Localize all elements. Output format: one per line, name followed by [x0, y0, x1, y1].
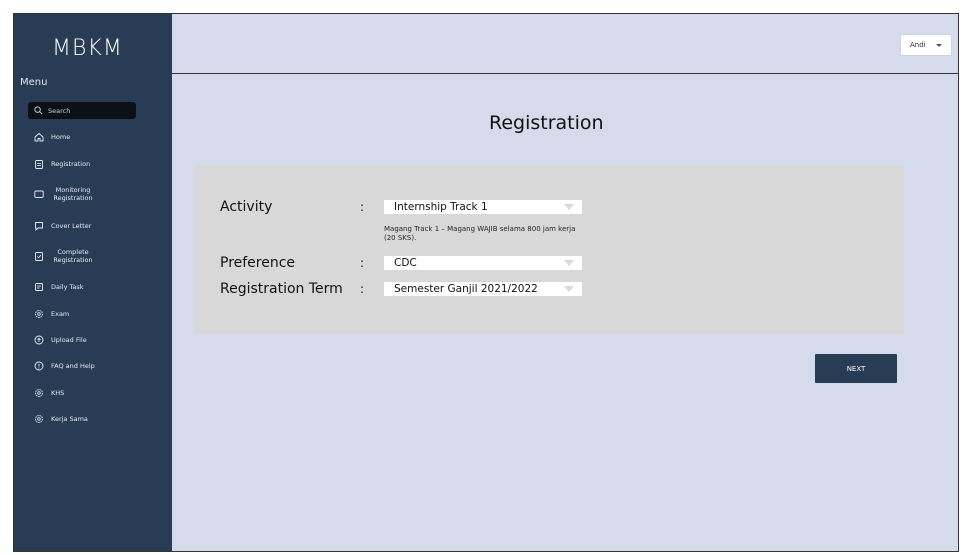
- sidebar-item-label: Kerja Sama: [51, 415, 88, 423]
- user-name: Andi: [910, 41, 926, 49]
- sidebar-item-label: Daily Task: [51, 283, 84, 291]
- colon: :: [360, 200, 365, 214]
- sidebar-item-upload-file[interactable]: Upload File: [33, 334, 87, 346]
- next-button[interactable]: NEXT: [815, 354, 897, 383]
- sidebar-item-home[interactable]: Home: [33, 131, 70, 143]
- gear-icon: [33, 387, 45, 399]
- dropdown-arrow-icon: [564, 204, 574, 210]
- sidebar-item-label: Complete Registration: [53, 248, 93, 264]
- sidebar-item-complete-registration[interactable]: Complete Registration: [33, 248, 95, 264]
- colon: :: [360, 256, 365, 270]
- dropdown-arrow-icon: [564, 260, 574, 266]
- registration-term-label: Registration Term: [220, 281, 343, 297]
- sidebar-item-faq-and-help[interactable]: FAQ and Help: [33, 360, 95, 372]
- registration-term-value: Semester Ganjil 2021/2022: [394, 283, 538, 295]
- upload-icon: [33, 334, 45, 346]
- search-placeholder: Search: [48, 106, 71, 115]
- preference-row: Preference : CDC: [220, 255, 582, 271]
- help-icon: [33, 360, 45, 372]
- clipboard-check-icon: [33, 250, 45, 262]
- sidebar-item-registration[interactable]: Registration: [33, 158, 90, 170]
- home-icon: [33, 131, 45, 143]
- dropdown-arrow-icon: [564, 286, 574, 292]
- activity-label: Activity: [220, 199, 273, 215]
- message-icon: [33, 220, 45, 232]
- chevron-down-icon: [936, 44, 942, 47]
- sidebar-item-cover-letter[interactable]: Cover Letter: [33, 220, 91, 232]
- registration-term-row: Registration Term : Semester Ganjil 2021…: [220, 281, 582, 297]
- sidebar-item-label: Upload File: [51, 336, 87, 344]
- menu-label: Menu: [20, 77, 48, 88]
- registration-term-select[interactable]: Semester Ganjil 2021/2022: [384, 282, 582, 296]
- activity-select[interactable]: Internship Track 1: [384, 200, 582, 214]
- user-dropdown[interactable]: Andi: [900, 34, 952, 56]
- colon: :: [360, 282, 365, 296]
- search-input[interactable]: Search: [28, 102, 136, 119]
- page-title: Registration: [489, 112, 604, 134]
- preference-value: CDC: [394, 257, 417, 269]
- sidebar-item-daily-task[interactable]: Daily Task: [33, 281, 84, 293]
- sidebar-item-exam[interactable]: Exam: [33, 308, 69, 320]
- sidebar-item-kerja-sama[interactable]: Kerja Sama: [33, 413, 88, 425]
- wallet-icon: [33, 188, 45, 200]
- clipboard-icon: [33, 158, 45, 170]
- app-frame: MBKM Menu Search Home Registration Monit…: [13, 13, 959, 552]
- sidebar-item-label: FAQ and Help: [51, 362, 95, 370]
- sidebar-item-label: KHS: [51, 389, 65, 397]
- gear-icon: [33, 413, 45, 425]
- search-icon: [34, 106, 43, 115]
- activity-row: Activity : Internship Track 1: [220, 199, 582, 215]
- sidebar-item-khs[interactable]: KHS: [33, 387, 64, 399]
- app-logo: MBKM: [52, 36, 123, 61]
- activity-value: Internship Track 1: [394, 201, 488, 213]
- sidebar-item-label: Registration: [51, 160, 91, 168]
- preference-select[interactable]: CDC: [384, 256, 582, 270]
- sidebar: MBKM Menu Search Home Registration Monit…: [14, 14, 172, 551]
- sidebar-item-label: Exam: [51, 310, 70, 318]
- sidebar-item-label: Home: [51, 133, 71, 141]
- activity-helper-text: Magang Track 1 – Magang WAJIB selama 800…: [384, 225, 576, 242]
- gear-icon: [33, 308, 45, 320]
- task-icon: [33, 281, 45, 293]
- sidebar-item-label: Cover Letter: [51, 222, 92, 230]
- sidebar-item-monitoring-registration[interactable]: Monitoring Registration: [33, 186, 95, 202]
- registration-form-panel: Activity : Internship Track 1 Magang Tra…: [195, 165, 904, 334]
- sidebar-item-label: Monitoring Registration: [53, 186, 93, 202]
- preference-label: Preference: [220, 255, 296, 271]
- top-bar: Andi: [172, 14, 958, 74]
